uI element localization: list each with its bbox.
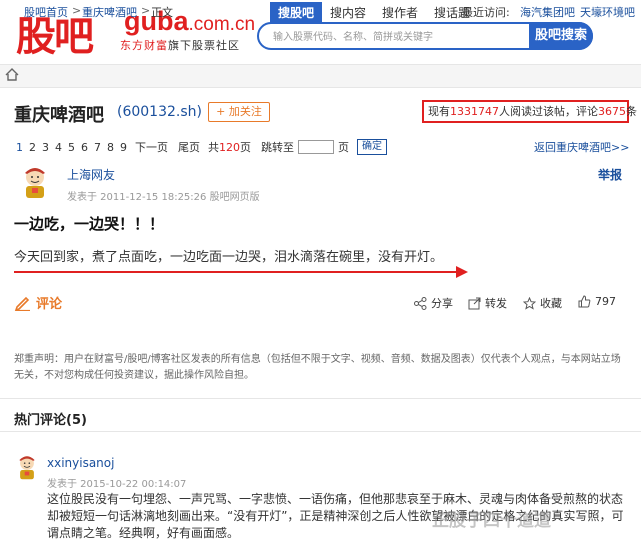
total-prefix: 共 — [208, 141, 219, 154]
total-suffix: 页 — [240, 141, 251, 154]
logo-subtitle: 东方财富旗下股票社区 — [120, 37, 240, 53]
forward-button[interactable]: 转发 — [468, 295, 507, 311]
page-link[interactable]: 2 — [29, 141, 36, 154]
disclaimer: 郑重声明：用户在财富号/股吧/博客社区发表的所有信息（包括但不限于文字、视频、音… — [14, 354, 621, 381]
hot-comments-title: 热门评论(5) — [14, 413, 87, 428]
like-button[interactable]: 797 — [578, 295, 616, 308]
page-link[interactable]: 5 — [68, 141, 75, 154]
stats-prefix: 现有 — [428, 105, 450, 118]
page-unit: 页 — [338, 141, 349, 154]
comment-count: 3675 — [598, 105, 626, 118]
post-author[interactable]: 上海网友 — [67, 166, 115, 183]
comment-author[interactable]: xxinyisanoj — [47, 456, 114, 470]
stats-suffix: 条 — [626, 105, 637, 118]
next-page-link[interactable]: 下一页 — [135, 139, 168, 155]
stock-code[interactable]: (600132.sh) — [117, 104, 202, 120]
breadcrumb-bar — [0, 64, 641, 88]
breadcrumb-current: 正文 — [151, 6, 173, 19]
logo-sub-brand: 东方财富 — [120, 39, 168, 52]
pagination: 1 2 3 4 5 6 7 8 9 下一页 尾页 共120页 跳转至 页 确定 — [16, 139, 387, 155]
favorite-label: 收藏 — [540, 297, 562, 310]
breadcrumb-separator: > — [141, 4, 151, 17]
star-icon — [523, 296, 536, 310]
page-link[interactable]: 1 — [16, 141, 23, 154]
page-link[interactable]: 4 — [55, 141, 62, 154]
recent-visits-label: 最近访问: — [462, 6, 510, 19]
search-button[interactable]: 股吧搜索 — [529, 22, 593, 50]
total-pages: 共120页 — [208, 139, 251, 155]
highlight-arrow-line — [14, 271, 466, 273]
home-icon[interactable] — [5, 68, 19, 81]
breadcrumb-separator: > — [72, 4, 82, 17]
avatar[interactable] — [20, 165, 50, 199]
page-link[interactable]: 9 — [120, 141, 127, 154]
breadcrumb-forum[interactable]: 重庆啤酒吧 — [82, 4, 137, 20]
confirm-jump-button[interactable]: 确定 — [357, 139, 387, 155]
forward-icon — [468, 297, 481, 309]
forward-label: 转发 — [485, 297, 507, 310]
avatar[interactable] — [15, 454, 39, 480]
favorite-button[interactable]: 收藏 — [523, 295, 562, 311]
search-input[interactable] — [273, 28, 523, 46]
hot-comments-header — [0, 398, 641, 432]
recent-visit-link[interactable]: 天壕环境吧 — [580, 4, 635, 20]
breadcrumb-home[interactable]: 股吧首页 — [24, 4, 68, 20]
pencil-icon[interactable] — [14, 294, 31, 311]
back-to-forum-link[interactable]: 返回重庆啤酒吧>> — [534, 139, 629, 155]
post-title: 一边吃，一边哭！！！ — [14, 215, 165, 233]
highlight-arrow-head — [456, 266, 468, 278]
report-button[interactable]: 举报 — [598, 166, 622, 183]
forum-title[interactable]: 重庆啤酒吧 — [14, 101, 104, 127]
logo-domain-suffix: .com.cn — [188, 14, 256, 35]
thumbs-up-icon — [578, 295, 591, 308]
tab-search-author[interactable]: 搜作者 — [374, 2, 426, 24]
tab-search-content[interactable]: 搜内容 — [322, 2, 374, 24]
logo-sub-rest: 旗下股票社区 — [168, 39, 240, 52]
like-count: 797 — [595, 295, 616, 308]
comment-button[interactable]: 评论 — [36, 293, 62, 312]
post-time: 发表于 2011-12-15 18:25:26 股吧网页版 — [67, 192, 260, 203]
page-link[interactable]: 3 — [42, 141, 49, 154]
share-icon — [414, 296, 427, 310]
stats-middle: 人阅读过该帖，评论 — [499, 105, 598, 118]
last-page-link[interactable]: 尾页 — [178, 139, 200, 155]
page-link[interactable]: 7 — [94, 141, 101, 154]
jump-label: 跳转至 — [261, 141, 294, 154]
reader-count: 1331747 — [450, 105, 499, 118]
post-body: 今天回到家，煮了点面吃，一边吃面一边哭，泪水滴落在碗里，没有开灯。 — [14, 250, 444, 265]
watermark: 正股子四十道道 — [432, 511, 551, 531]
tab-search-forum[interactable]: 搜股吧 — [270, 2, 322, 24]
jump-page-input[interactable] — [298, 140, 334, 154]
comment-time: 发表于 2015-10-22 00:14:07 — [47, 479, 187, 490]
search-tabs: 搜股吧 搜内容 搜作者 搜话题 — [270, 2, 478, 24]
total-page-count: 120 — [219, 141, 240, 154]
share-label: 分享 — [431, 297, 453, 310]
page-link[interactable]: 8 — [107, 141, 114, 154]
read-stats: 现有1331747人阅读过该帖，评论3675条 — [422, 100, 637, 123]
page-link[interactable]: 6 — [81, 141, 88, 154]
recent-visit-link[interactable]: 海汽集团吧 — [520, 4, 575, 20]
follow-button[interactable]: + 加关注 — [208, 102, 270, 122]
share-button[interactable]: 分享 — [414, 295, 453, 311]
